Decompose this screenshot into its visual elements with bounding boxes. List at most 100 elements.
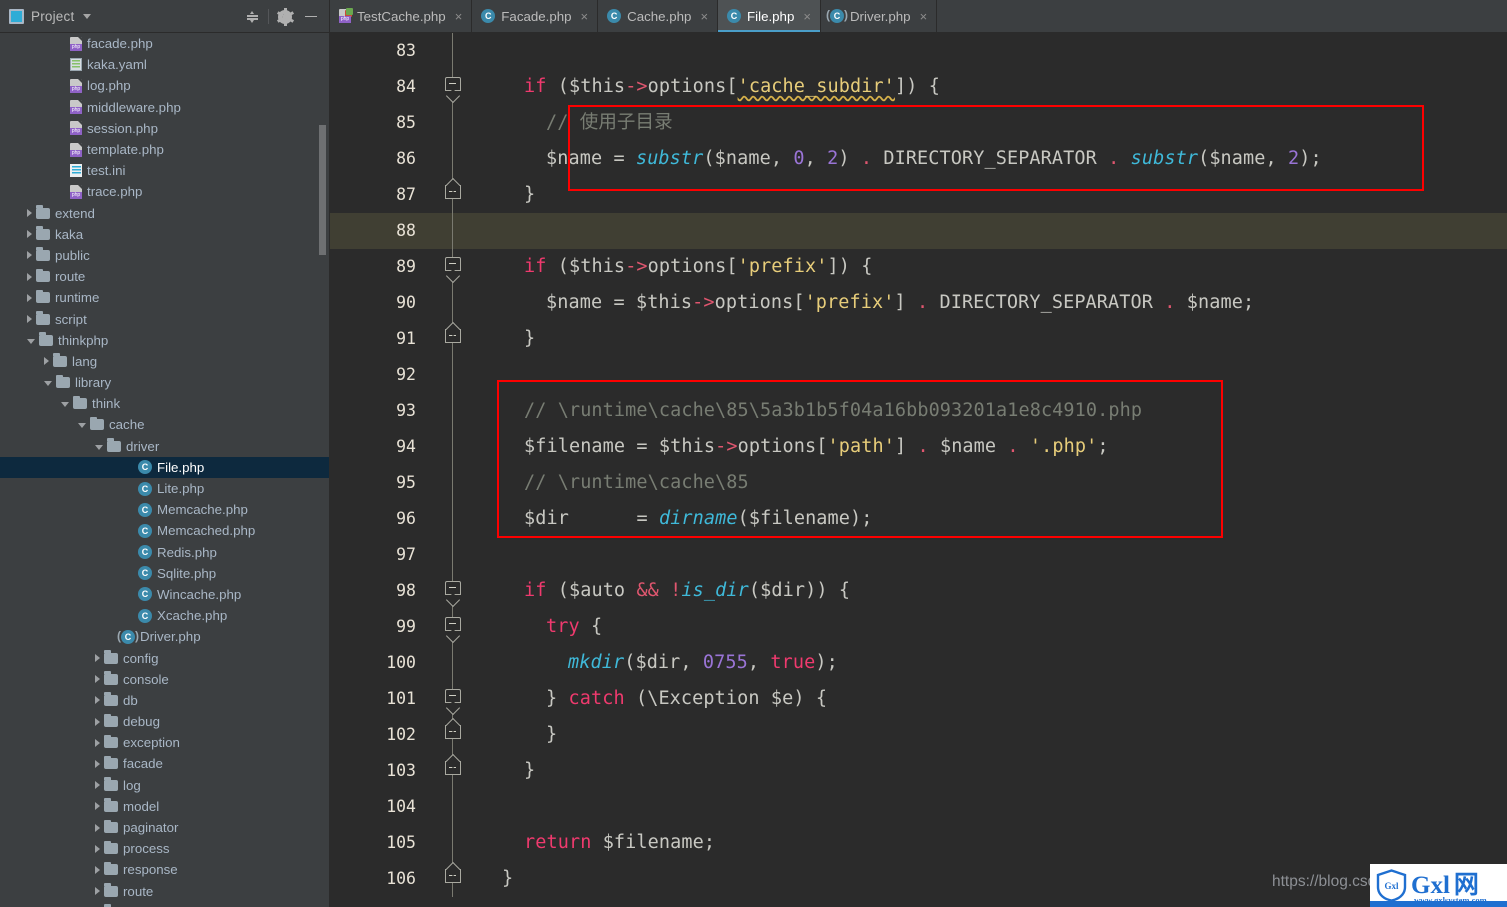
tree-item[interactable]: think	[0, 393, 330, 414]
chevron-right-icon[interactable]	[95, 654, 100, 663]
tree-item[interactable]: C Redis.php	[0, 542, 330, 563]
fold-toggle-icon[interactable]	[444, 77, 461, 91]
chevron-right-icon[interactable]	[27, 230, 32, 239]
tree-item[interactable]: C Lite.php	[0, 478, 330, 499]
code-line[interactable]: 105 return $filename;	[330, 825, 1507, 861]
tree-item[interactable]: route	[0, 266, 330, 287]
fold-toggle-icon[interactable]	[444, 689, 461, 703]
tree-item[interactable]: middleware.php	[0, 97, 330, 118]
tree-item[interactable]: facade.php	[0, 33, 330, 54]
code-line[interactable]: 99 try {	[330, 609, 1507, 645]
code-line[interactable]: 97	[330, 537, 1507, 573]
chevron-right-icon[interactable]	[27, 293, 32, 302]
code-line[interactable]: 103}	[330, 753, 1507, 789]
chevron-right-icon[interactable]	[95, 865, 100, 874]
chevron-right-icon[interactable]	[95, 759, 100, 768]
fold-toggle-icon[interactable]	[444, 185, 461, 199]
chevron-right-icon[interactable]	[95, 823, 100, 832]
fold-gutter[interactable]	[438, 213, 466, 249]
fold-toggle-icon[interactable]	[444, 329, 461, 343]
editor-tab[interactable]: C Facade.php ×	[472, 0, 599, 32]
tree-item[interactable]: library	[0, 372, 330, 393]
chevron-right-icon[interactable]	[95, 887, 100, 896]
chevron-right-icon[interactable]	[95, 738, 100, 747]
code-line[interactable]: 104	[330, 789, 1507, 825]
tree-item[interactable]: C File.php	[0, 456, 330, 478]
chevron-right-icon[interactable]	[27, 251, 32, 260]
tree-item[interactable]: trace.php	[0, 181, 330, 202]
code-line[interactable]: 89 if ($this->options['prefix']) {	[330, 249, 1507, 285]
chevron-right-icon[interactable]	[95, 781, 100, 790]
tree-item[interactable]: thinkphp	[0, 330, 330, 351]
fold-toggle-icon[interactable]	[444, 869, 461, 883]
tree-item[interactable]: C Wincache.php	[0, 584, 330, 605]
tree-item[interactable]: console	[0, 669, 330, 690]
tree-item[interactable]: model	[0, 796, 330, 817]
chevron-down-icon[interactable]	[78, 423, 86, 429]
fold-gutter[interactable]	[438, 321, 466, 357]
close-icon[interactable]: ×	[920, 10, 928, 23]
code-line[interactable]: 98 if ($auto && !is_dir($dir)) {	[330, 573, 1507, 609]
tree-item[interactable]: config	[0, 647, 330, 668]
fold-gutter[interactable]	[438, 393, 466, 429]
fold-toggle-icon[interactable]	[444, 257, 461, 271]
tree-item[interactable]: template.php	[0, 139, 330, 160]
chevron-right-icon[interactable]	[95, 844, 100, 853]
code-line[interactable]: 92	[330, 357, 1507, 393]
fold-gutter[interactable]	[438, 357, 466, 393]
tree-item[interactable]: paginator	[0, 817, 330, 838]
fold-gutter[interactable]	[438, 825, 466, 861]
chevron-right-icon[interactable]	[27, 209, 32, 218]
tree-item[interactable]: route	[0, 881, 330, 902]
tree-item[interactable]: runtime	[0, 287, 330, 308]
chevron-down-icon[interactable]	[95, 444, 103, 450]
editor-tab[interactable]: CDriver.php ×	[821, 0, 938, 32]
fold-gutter[interactable]	[438, 33, 466, 69]
fold-gutter[interactable]	[438, 285, 466, 321]
fold-gutter[interactable]	[438, 609, 466, 645]
fold-gutter[interactable]	[438, 681, 466, 717]
fold-gutter[interactable]	[438, 141, 466, 177]
editor-tab[interactable]: C File.php ×	[718, 0, 821, 32]
tree-item[interactable]: C Memcached.php	[0, 520, 330, 541]
tree-item[interactable]: cache	[0, 414, 330, 435]
fold-gutter[interactable]	[438, 249, 466, 285]
hide-panel-button[interactable]	[298, 4, 324, 30]
code-line[interactable]: 86 $name = substr($name, 0, 2) . DIRECTOR…	[330, 141, 1507, 177]
tree-item[interactable]: kaka.yaml	[0, 54, 330, 75]
fold-gutter[interactable]	[438, 861, 466, 897]
tree-item[interactable]: CDriver.php	[0, 626, 330, 647]
tree-item[interactable]: db	[0, 690, 330, 711]
tree-item[interactable]: session.php	[0, 118, 330, 139]
code-line[interactable]: 96 $dir = dirname($filename);	[330, 501, 1507, 537]
tree-item[interactable]: log.php	[0, 75, 330, 96]
code-line[interactable]: 83	[330, 33, 1507, 69]
chevron-down-icon[interactable]	[44, 381, 52, 387]
fold-toggle-icon[interactable]	[444, 761, 461, 775]
fold-gutter[interactable]	[438, 717, 466, 753]
chevron-right-icon[interactable]	[95, 717, 100, 726]
tree-item[interactable]: extend	[0, 203, 330, 224]
code-line[interactable]: 87}	[330, 177, 1507, 213]
tree-item[interactable]: response	[0, 859, 330, 880]
fold-toggle-icon[interactable]	[444, 725, 461, 739]
project-file-tree[interactable]: facade.php kaka.yaml log.php middleware.php…	[0, 33, 330, 907]
tree-item[interactable]: kaka	[0, 224, 330, 245]
chevron-down-icon[interactable]	[27, 338, 35, 344]
code-line[interactable]: 85 // 使用子目录	[330, 105, 1507, 141]
tree-item[interactable]: test.ini	[0, 160, 330, 181]
tree-item[interactable]: C Xcache.php	[0, 605, 330, 626]
fold-gutter[interactable]	[438, 501, 466, 537]
fold-gutter[interactable]	[438, 465, 466, 501]
fold-gutter[interactable]	[438, 537, 466, 573]
chevron-right-icon[interactable]	[95, 802, 100, 811]
fold-gutter[interactable]	[438, 573, 466, 609]
tree-item[interactable]: session	[0, 902, 330, 907]
code-line[interactable]: 102}	[330, 717, 1507, 753]
code-line[interactable]: 91}	[330, 321, 1507, 357]
tree-item[interactable]: script	[0, 308, 330, 329]
chevron-down-icon[interactable]	[61, 402, 69, 408]
collapse-all-button[interactable]	[239, 4, 265, 30]
chevron-down-icon[interactable]	[83, 13, 92, 19]
sidebar-scrollbar-thumb[interactable]	[319, 125, 326, 255]
